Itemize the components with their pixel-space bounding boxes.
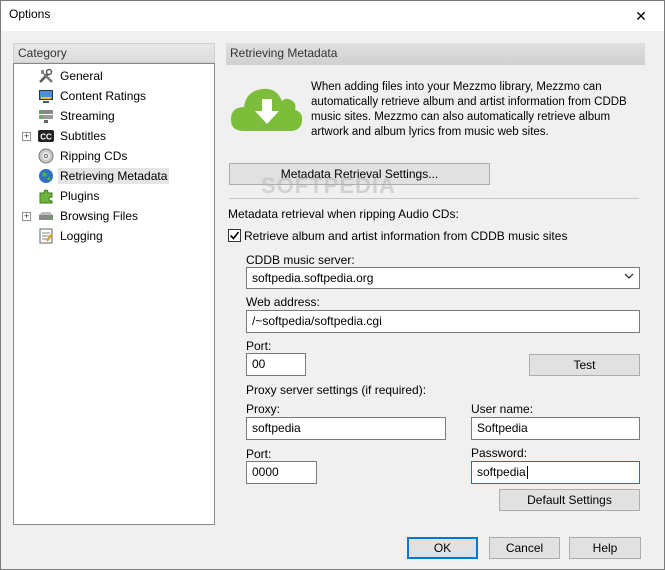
port-label: Port: <box>246 339 272 353</box>
cddb-server-value: softpedia.softpedia.org <box>252 271 374 285</box>
test-button[interactable]: Test <box>529 354 640 376</box>
checkmark-icon <box>229 231 240 240</box>
tree-item-label: General <box>60 69 103 83</box>
ripping-label: Metadata retrieval when ripping Audio CD… <box>228 207 459 221</box>
cancel-button[interactable]: Cancel <box>489 537 560 559</box>
password-label: Password: <box>471 446 528 460</box>
chevron-down-icon[interactable] <box>623 270 635 285</box>
tree-item-label: Retrieving Metadata <box>58 168 170 184</box>
cd-icon <box>38 148 54 164</box>
log-icon <box>38 228 54 244</box>
proxy-section-label: Proxy server settings (if required): <box>246 383 427 397</box>
username-label: User name: <box>471 402 534 416</box>
web-address-input[interactable]: /~softpedia/softpedia.cgi <box>246 310 640 333</box>
proxy-port-input[interactable]: 0000 <box>246 461 317 484</box>
proxy-label: Proxy: <box>246 402 281 416</box>
tools-icon <box>38 68 54 84</box>
category-tree[interactable]: General Content Ratings Streaming + CC S… <box>13 63 215 525</box>
cc-icon: CC <box>38 128 54 144</box>
tree-item-label: Plugins <box>60 189 100 203</box>
tree-item-label: Streaming <box>60 109 115 123</box>
tree-item-browsing-files[interactable]: + Browsing Files <box>14 206 214 226</box>
tree-item-streaming[interactable]: Streaming <box>14 106 214 126</box>
ok-button[interactable]: OK <box>407 537 478 559</box>
metadata-retrieval-settings-button[interactable]: Metadata Retrieval Settings... <box>229 163 490 185</box>
cddb-label: CDDB music server: <box>246 253 355 267</box>
tree-item-label: Content Ratings <box>60 89 147 103</box>
expand-icon[interactable]: + <box>22 132 31 141</box>
tree-item-label: Logging <box>60 229 103 243</box>
tree-item-label: Subtitles <box>60 129 107 143</box>
description-text: When adding files into your Mezzmo libra… <box>311 81 627 138</box>
tree-item-general[interactable]: General <box>14 66 214 86</box>
title-bar: Options ✕ <box>1 1 664 31</box>
options-window: Options ✕ Category General Content Ratin… <box>0 0 665 570</box>
puzzle-icon <box>38 188 54 204</box>
proxy-port-label: Port: <box>246 447 272 461</box>
section-header: Retrieving Metadata <box>226 43 645 65</box>
streaming-icon <box>38 108 54 124</box>
close-icon[interactable]: ✕ <box>618 1 664 31</box>
tree-item-ripping-cds[interactable]: Ripping CDs <box>14 146 214 166</box>
help-button[interactable]: Help <box>569 537 641 559</box>
expand-icon[interactable]: + <box>22 212 31 221</box>
retrieve-info-checkbox[interactable] <box>228 229 241 242</box>
tree-item-retrieving-metadata[interactable]: Retrieving Metadata <box>14 166 214 186</box>
text-caret <box>526 466 528 480</box>
globe-icon <box>38 168 54 184</box>
checkbox-label[interactable]: Retrieve album and artist information fr… <box>244 229 567 243</box>
tree-item-subtitles[interactable]: + CC Subtitles <box>14 126 214 146</box>
password-value: softpedia <box>477 465 526 479</box>
proxy-input[interactable]: softpedia <box>246 417 446 440</box>
ratings-icon <box>38 88 54 104</box>
separator <box>229 198 639 199</box>
cloud-download-icon <box>228 81 304 137</box>
tree-item-logging[interactable]: Logging <box>14 226 214 246</box>
tree-item-plugins[interactable]: Plugins <box>14 186 214 206</box>
password-input[interactable]: softpedia <box>471 461 640 484</box>
svg-text:CC: CC <box>40 133 52 142</box>
tree-item-content-ratings[interactable]: Content Ratings <box>14 86 214 106</box>
username-input[interactable]: Softpedia <box>471 417 640 440</box>
tree-item-label: Ripping CDs <box>60 149 128 163</box>
category-header: Category <box>13 43 215 63</box>
port-input[interactable]: 00 <box>246 353 306 376</box>
drive-icon <box>38 208 54 224</box>
cddb-server-select[interactable]: softpedia.softpedia.org <box>246 267 640 289</box>
tree-item-label: Browsing Files <box>60 209 139 223</box>
window-title: Options <box>9 7 51 21</box>
default-settings-button[interactable]: Default Settings <box>499 489 640 511</box>
web-address-label: Web address: <box>246 295 320 309</box>
